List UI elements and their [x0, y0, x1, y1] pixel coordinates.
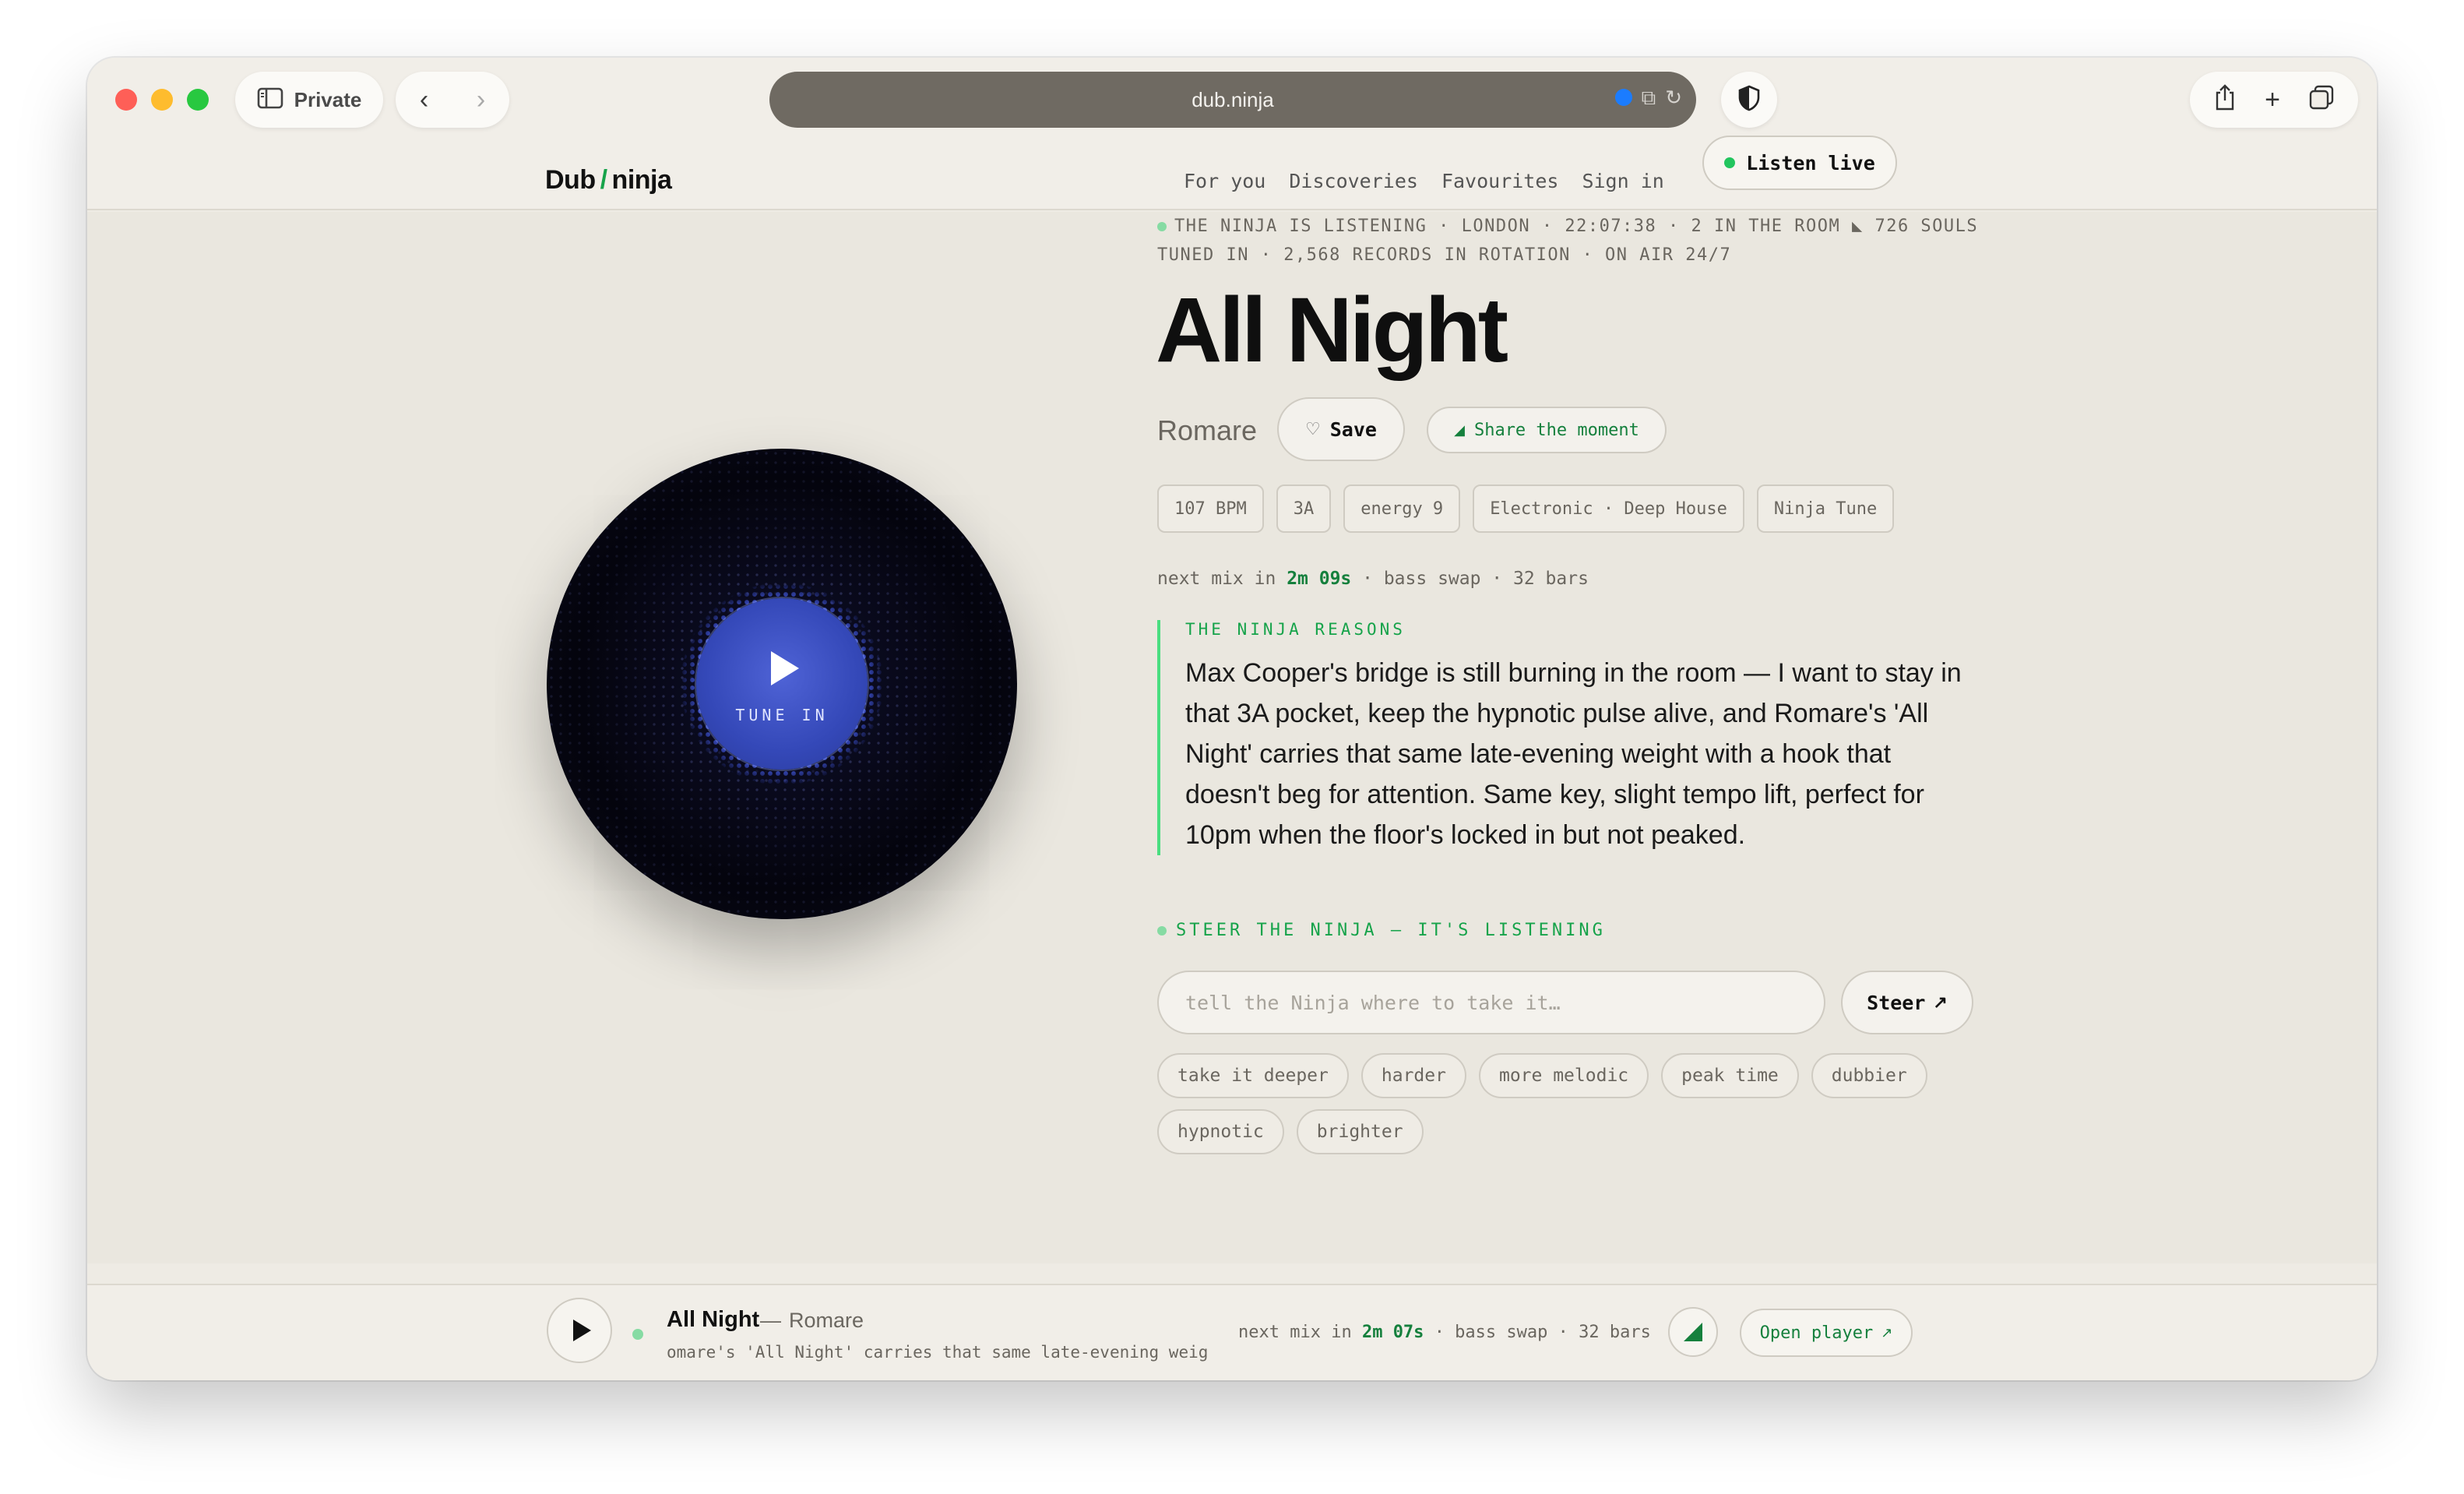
player-next-prefix: next mix in	[1238, 1323, 1352, 1342]
nav-favourites[interactable]: Favourites	[1441, 170, 1559, 192]
logo-slash: /	[600, 165, 607, 195]
site-header: Dub / ninja For you Discoveries Favourites…	[87, 140, 2377, 210]
track-artist[interactable]: Romare	[1157, 414, 1257, 447]
sidebar-icon	[257, 87, 283, 113]
player-live-dot	[632, 1329, 643, 1340]
live-indicator-dot	[1724, 157, 1736, 168]
logo-word-ninja: ninja	[611, 165, 672, 195]
chip-dubbier[interactable]: dubbier	[1811, 1053, 1927, 1098]
listening-dot	[1157, 222, 1167, 231]
tag-energy: energy 9	[1343, 484, 1461, 533]
share-moment-button[interactable]: ◢ Share the moment	[1427, 407, 1667, 453]
signal-icon	[1684, 1323, 1702, 1341]
nav-discoveries[interactable]: Discoveries	[1289, 170, 1418, 192]
mini-player: All Night — Romare omare's 'All Night' ca…	[87, 1284, 2377, 1380]
save-label: Save	[1329, 418, 1377, 441]
steer-button[interactable]: Steer ↗	[1841, 971, 1973, 1034]
listening-status: THE NINJA IS LISTENING · LONDON · 22:07:…	[1157, 212, 2022, 270]
chip-hypnotic[interactable]: hypnotic	[1157, 1109, 1284, 1154]
player-next-suffix: · bass swap · 32 bars	[1434, 1323, 1651, 1342]
tune-in-label: TUNE IN	[735, 706, 829, 724]
next-mix-prefix: next mix in	[1157, 569, 1276, 589]
play-icon	[572, 1320, 591, 1341]
browser-window: Private ‹ › dub.ninja ⧉ ↻ + Dub / ninja …	[87, 58, 2377, 1380]
player-artist-name: Romare	[789, 1309, 864, 1332]
track-title: All Night	[1156, 279, 1508, 382]
listen-live-button[interactable]: Listen live	[1702, 136, 1897, 190]
open-player-button[interactable]: Open player ↗	[1740, 1309, 1913, 1357]
tune-in-disc: TUNE IN	[547, 449, 1017, 919]
logo-word-dub: Dub	[545, 165, 596, 195]
chip-brighter[interactable]: brighter	[1296, 1109, 1424, 1154]
next-mix-info: next mix in 2m 09s · bass swap · 32 bars	[1157, 569, 1589, 589]
new-tab-icon[interactable]: +	[2265, 86, 2280, 113]
reload-icon[interactable]: ↻	[1665, 87, 1682, 107]
tag-genre: Electronic · Deep House	[1473, 484, 1744, 533]
signal-button[interactable]	[1668, 1307, 1718, 1357]
chip-more-melodic[interactable]: more melodic	[1478, 1053, 1649, 1098]
track-tags: 107 BPM 3A energy 9 Electronic · Deep Ho…	[1157, 484, 1895, 533]
arrow-up-right-icon: ↗	[1933, 992, 1948, 1012]
chip-harder[interactable]: harder	[1360, 1053, 1466, 1098]
chip-take-it-deeper[interactable]: take it deeper	[1157, 1053, 1349, 1098]
arrow-up-right-icon: ↗	[1881, 1324, 1893, 1341]
reasons-heading: THE NINJA REASONS	[1185, 620, 1406, 639]
player-next-mix: next mix in 2m 07s · bass swap · 32 bars	[1238, 1323, 1651, 1342]
translate-icon[interactable]: ⧉	[1642, 87, 1656, 107]
site-logo[interactable]: Dub / ninja	[545, 165, 672, 196]
listen-live-label: Listen live	[1746, 151, 1875, 174]
listening-status-text: THE NINJA IS LISTENING · LONDON · 22:07:…	[1157, 217, 1979, 265]
url-text: dub.ninja	[1192, 87, 1274, 111]
back-button[interactable]: ‹	[420, 86, 428, 113]
tune-in-button[interactable]: TUNE IN	[696, 598, 868, 770]
player-track-title: All Night	[667, 1307, 760, 1332]
extension-indicator-icon[interactable]	[1614, 89, 1632, 106]
save-button[interactable]: ♡ Save	[1277, 397, 1405, 461]
chip-peak-time[interactable]: peak time	[1661, 1053, 1799, 1098]
steer-label: Steer	[1867, 991, 1926, 1014]
reasons-text: Max Cooper's bridge is still burning in …	[1185, 658, 1962, 850]
player-reason-ticker: omare's 'All Night' carries that same la…	[667, 1343, 1209, 1362]
close-window-button[interactable]	[115, 89, 137, 111]
player-play-button[interactable]	[547, 1298, 612, 1363]
minimize-window-button[interactable]	[151, 89, 173, 111]
steer-heading: STEER THE NINJA — IT'S LISTENING	[1157, 921, 1606, 940]
nav-sign-in[interactable]: Sign in	[1582, 170, 1663, 192]
open-player-label: Open player	[1759, 1323, 1874, 1343]
steer-heading-text: STEER THE NINJA — IT'S LISTENING	[1176, 921, 1606, 940]
tag-bpm: 107 BPM	[1157, 484, 1264, 533]
play-icon	[771, 651, 799, 685]
next-mix-countdown: 2m 09s	[1287, 569, 1352, 589]
steer-dot	[1157, 926, 1167, 936]
signal-icon: ◢	[1454, 421, 1465, 438]
tag-label: Ninja Tune	[1756, 484, 1895, 533]
heart-icon: ♡	[1305, 419, 1321, 439]
player-next-countdown: 2m 07s	[1361, 1323, 1424, 1342]
browser-toolbar: Private ‹ › dub.ninja ⧉ ↻ +	[87, 58, 2377, 140]
player-track-artist: — Romare	[760, 1309, 864, 1332]
nav-for-you[interactable]: For you	[1184, 170, 1265, 192]
browser-actions: +	[2190, 72, 2358, 128]
main-nav: For you Discoveries Favourites Sign in	[1184, 170, 1664, 192]
ninja-reasons: THE NINJA REASONS Max Cooper's bridge is…	[1157, 620, 1983, 855]
share-label: Share the moment	[1473, 420, 1639, 440]
history-nav: ‹ ›	[396, 72, 509, 128]
forward-button[interactable]: ›	[477, 86, 485, 113]
share-icon[interactable]	[2213, 83, 2237, 116]
zoom-window-button[interactable]	[187, 89, 209, 111]
sidebar-toggle-button[interactable]: Private	[235, 72, 383, 128]
next-mix-suffix: · bass swap · 32 bars	[1362, 569, 1589, 589]
privacy-shield-button[interactable]	[1721, 72, 1777, 128]
shield-icon	[1737, 85, 1761, 115]
private-mode-label: Private	[294, 87, 362, 111]
address-bar[interactable]: dub.ninja ⧉ ↻	[769, 72, 1696, 128]
steer-suggestions: take it deeper harder more melodic peak …	[1157, 1053, 1952, 1154]
steer-input[interactable]	[1157, 971, 1825, 1034]
tab-overview-icon[interactable]	[2308, 84, 2335, 115]
tag-key: 3A	[1276, 484, 1332, 533]
